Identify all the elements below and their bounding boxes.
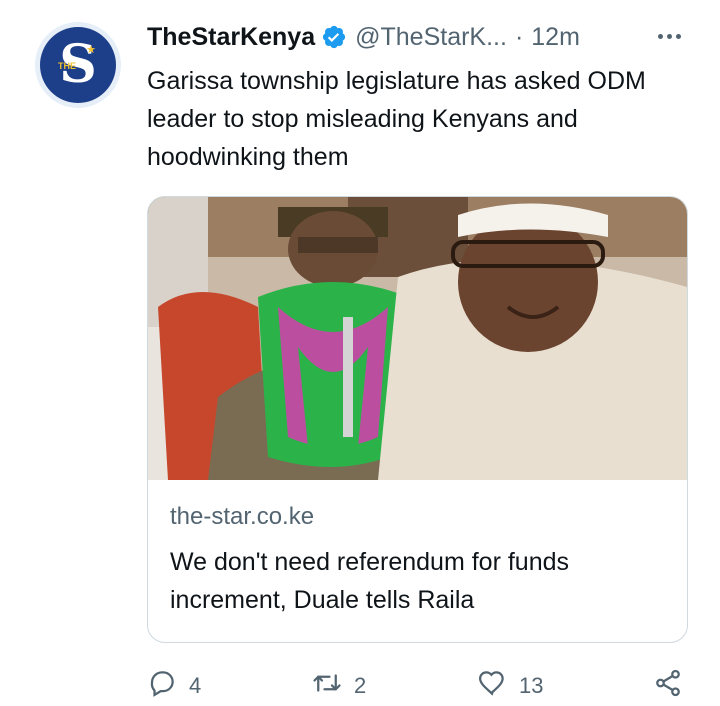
retweet-button[interactable]: 2 xyxy=(312,666,366,706)
reply-icon xyxy=(147,668,177,704)
more-icon[interactable] xyxy=(652,22,686,50)
retweet-count: 2 xyxy=(354,673,367,698)
card-image xyxy=(148,197,687,480)
tweet-header: TheStarKenya @TheStarK... · 12m xyxy=(147,20,580,54)
like-icon xyxy=(477,668,507,704)
header-separator: · xyxy=(514,22,524,51)
link-card[interactable]: the-star.co.ke We don't need referendum … xyxy=(147,196,688,643)
tweet-timestamp[interactable]: 12m xyxy=(531,23,580,52)
reply-button[interactable]: 4 xyxy=(147,666,201,706)
author-handle[interactable]: @TheStarK... xyxy=(355,23,507,52)
card-domain: the-star.co.ke xyxy=(170,503,315,530)
tweet-text: Garissa township legislature has asked O… xyxy=(147,67,646,171)
retweet-icon xyxy=(312,668,342,704)
share-icon xyxy=(653,668,683,704)
avatar-star-icon: ★ xyxy=(86,44,96,56)
avatar-logo-small-text: THE xyxy=(58,61,76,71)
card-title: We don't need referendum for funds incre… xyxy=(170,548,569,614)
like-button[interactable]: 13 xyxy=(477,666,543,706)
author-avatar[interactable]: THE S ★ xyxy=(35,22,121,108)
author-name[interactable]: TheStarKenya xyxy=(147,23,315,52)
verified-badge-icon xyxy=(321,24,347,50)
avatar-logo: THE S ★ xyxy=(40,27,116,103)
like-count: 13 xyxy=(519,673,544,698)
tweet-actions: 4 2 13 xyxy=(147,666,692,706)
reply-count: 4 xyxy=(189,673,202,698)
share-button[interactable] xyxy=(653,666,683,706)
